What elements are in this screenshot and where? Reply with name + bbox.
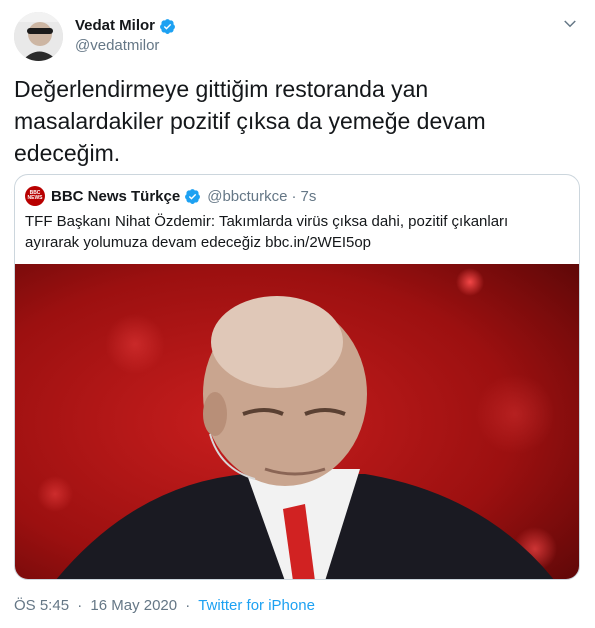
author-handle[interactable]: @vedatmilor <box>75 36 176 56</box>
quoted-tweet-header: BBC NEWS BBC News Türkçe @bbcturkce · 7s <box>25 185 316 207</box>
avatar-image <box>14 12 63 61</box>
tweet-footer: ÖS 5:45 · 16 May 2020 · Twitter for iPho… <box>14 597 315 614</box>
author-block[interactable]: Vedat Milor @vedatmilor <box>75 16 176 56</box>
quoted-tweet[interactable]: BBC NEWS BBC News Türkçe @bbcturkce · 7s… <box>14 174 580 580</box>
avatar[interactable] <box>14 12 63 61</box>
bbc-news-logo: BBC NEWS <box>25 186 45 206</box>
tweet: Vedat Milor @vedatmilor Değerlendirmeye … <box>0 0 595 628</box>
separator-dot: · <box>185 597 191 614</box>
quoted-time: 7s <box>300 187 317 205</box>
tweet-time[interactable]: ÖS 5:45 <box>14 597 69 614</box>
quoted-link[interactable]: bbc.in/2WEI5op <box>265 234 371 251</box>
tweet-source-link[interactable]: Twitter for iPhone <box>198 597 315 614</box>
logo-text-bottom: NEWS <box>27 195 43 201</box>
separator-dot: · <box>77 597 83 614</box>
quoted-author-name: BBC News Türkçe <box>51 187 181 205</box>
separator-dot: · <box>291 187 297 205</box>
quoted-author-handle: @bbcturkce <box>207 187 288 205</box>
author-display-name[interactable]: Vedat Milor <box>75 16 155 36</box>
news-photo[interactable] <box>15 264 580 580</box>
verified-badge-icon <box>160 18 175 34</box>
verified-badge-icon <box>185 188 201 204</box>
tweet-text: Değerlendirmeye gittiğim restoranda yan … <box>14 76 486 166</box>
author-name-row: Vedat Milor <box>75 16 176 36</box>
tweet-header: Vedat Milor @vedatmilor <box>14 12 581 62</box>
quoted-tweet-text: TFF Başkanı Nihat Özdemir: Takımlarda vi… <box>25 211 565 253</box>
tweet-date[interactable]: 16 May 2020 <box>90 597 177 614</box>
chevron-down-icon[interactable] <box>561 15 579 33</box>
